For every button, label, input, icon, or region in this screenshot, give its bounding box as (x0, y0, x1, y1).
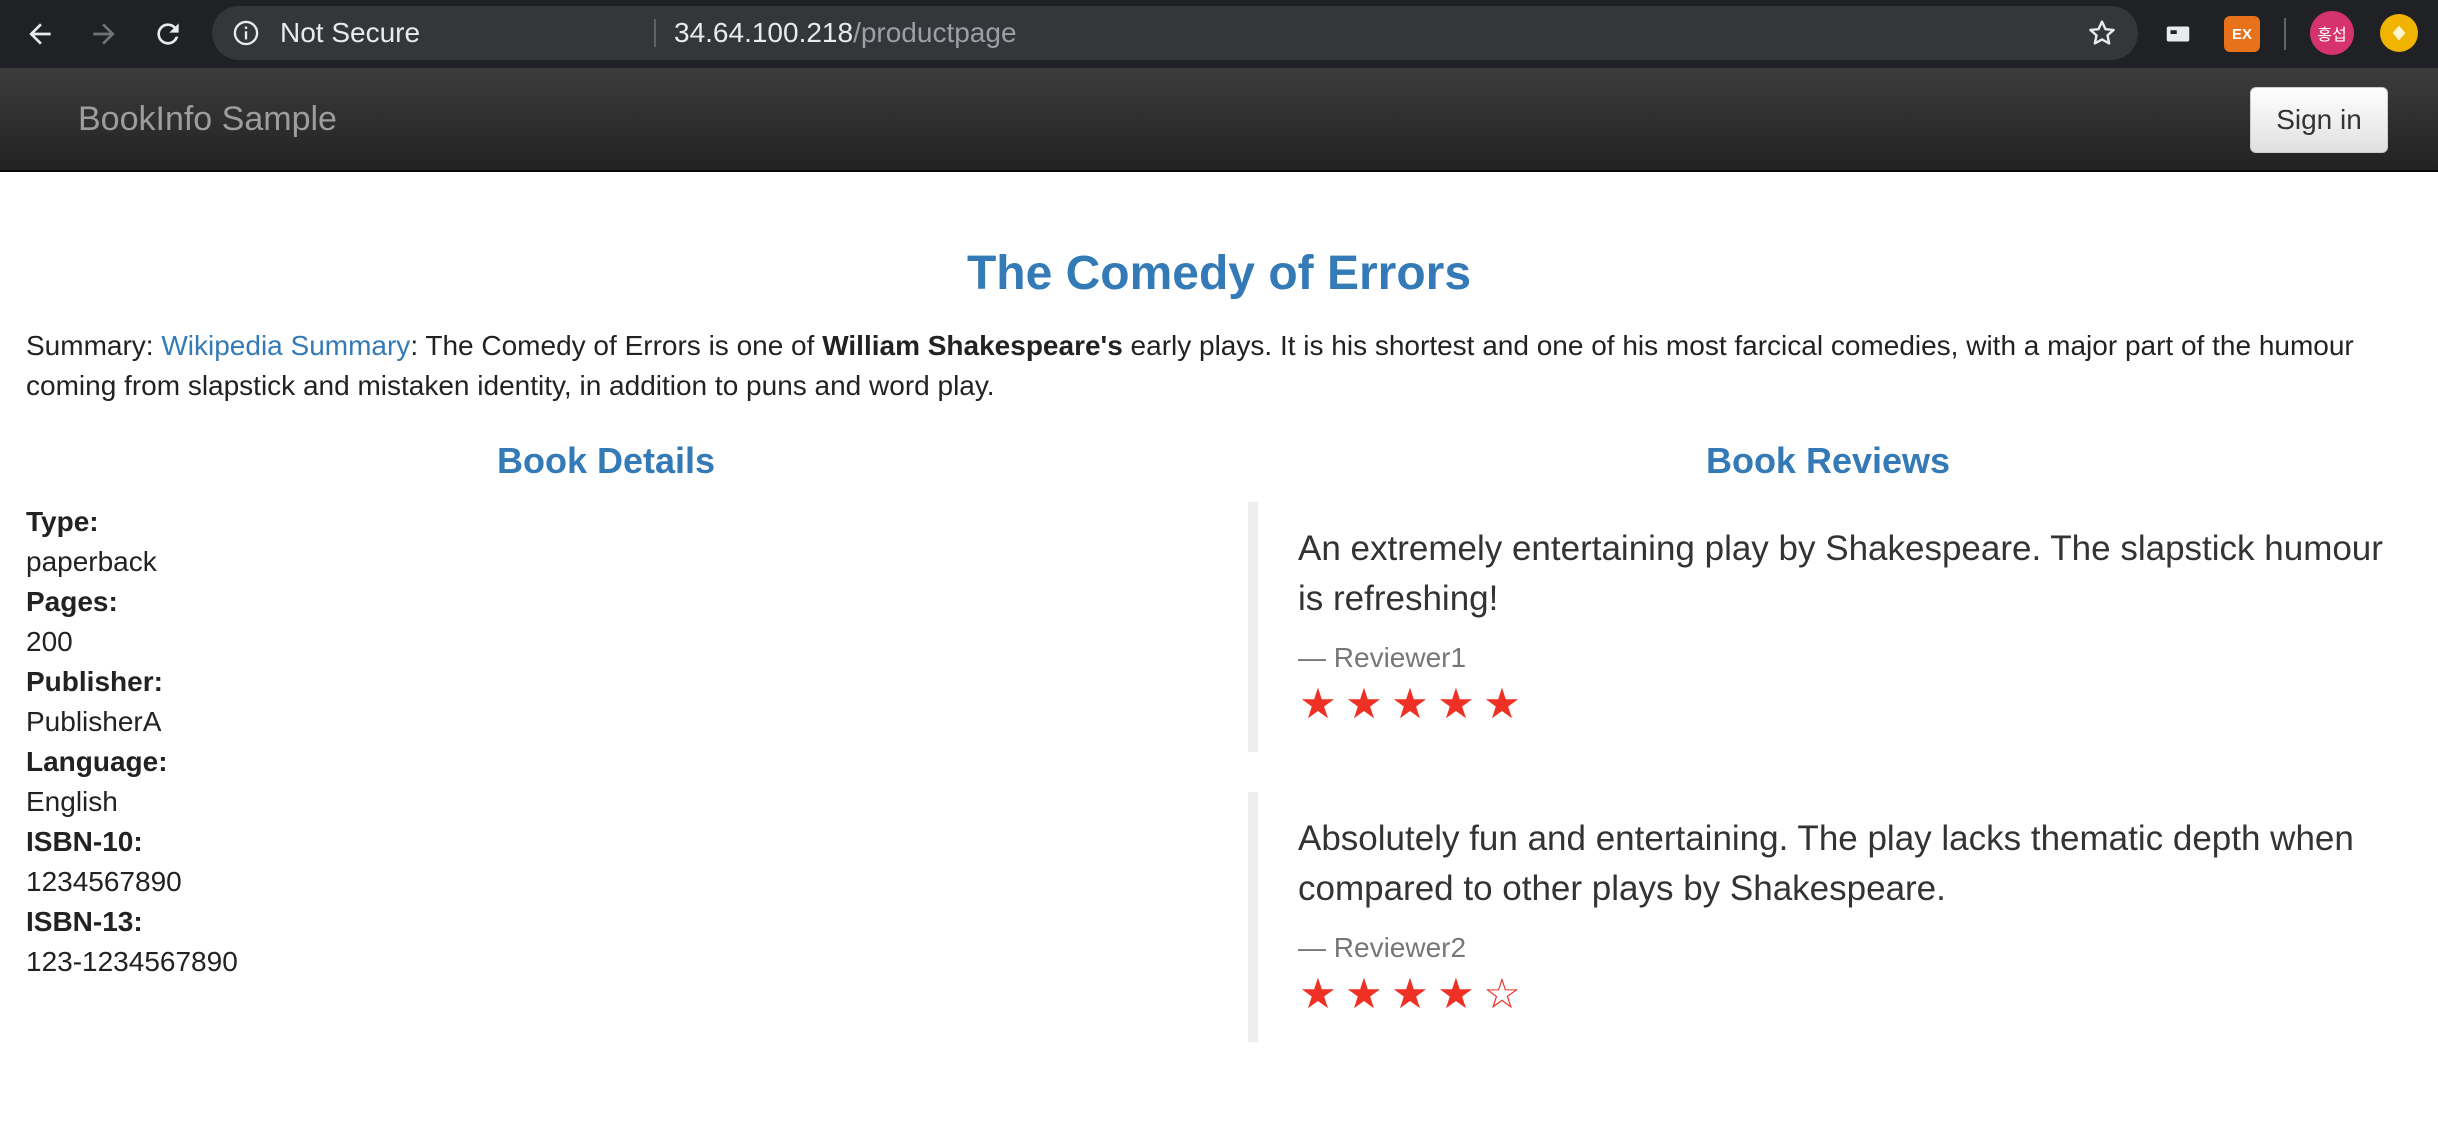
security-label[interactable]: Not Secure (280, 6, 420, 60)
back-arrow-icon (29, 23, 51, 45)
detail-value-language: English (26, 786, 118, 817)
summary-prefix: Summary: (26, 330, 162, 361)
star-filled-icon: ★ (1299, 680, 1337, 727)
url-host: 34.64.100.218 (674, 17, 854, 48)
star-filled-icon: ★ (1391, 970, 1429, 1017)
address-separator (654, 19, 656, 47)
ex-extension-button[interactable]: EX (2224, 16, 2260, 52)
summary-text-1: : The Comedy of Errors is one of (410, 330, 823, 361)
star-filled-icon: ★ (1437, 970, 1475, 1017)
summary-author: William Shakespeare's (822, 330, 1123, 361)
review-text: An extremely entertaining play by Shakes… (1298, 529, 2383, 618)
review-card: Absolutely fun and entertaining. The pla… (1248, 792, 2408, 1042)
product-summary: Summary: Wikipedia Summary: The Comedy o… (26, 326, 2412, 406)
star-filled-icon: ★ (1299, 970, 1337, 1017)
star-filled-icon: ★ (1437, 680, 1475, 727)
back-button[interactable] (18, 12, 62, 56)
reload-button[interactable] (146, 12, 190, 56)
cast-extension-button[interactable] (2160, 16, 2196, 52)
url-path: /productpage (853, 17, 1017, 48)
detail-label-pages: Pages: (26, 586, 118, 617)
reload-icon (157, 23, 179, 45)
detail-value-isbn10: 1234567890 (26, 866, 182, 897)
book-details-heading: Book Details (496, 440, 716, 481)
bookmark-star-icon[interactable] (2086, 17, 2118, 49)
star-filled-icon: ★ (1391, 680, 1429, 727)
address-bar[interactable]: Not Secure 34.64.100.218/productpage (212, 6, 2138, 60)
detail-label-language: Language: (26, 746, 168, 777)
profile-avatar[interactable]: 홍섭 (2310, 11, 2354, 55)
reviewer-name: — Reviewer2 (1298, 932, 1467, 963)
review-text: Absolutely fun and entertaining. The pla… (1298, 819, 2354, 908)
brand-link[interactable]: BookInfo Sample (78, 68, 337, 170)
sign-in-button[interactable]: Sign in (2250, 87, 2388, 153)
toolbar-divider (2284, 18, 2286, 50)
forward-button[interactable] (82, 12, 126, 56)
detail-label-type: Type: (26, 506, 99, 537)
book-reviews-heading: Book Reviews (1705, 440, 1951, 481)
site-navbar: BookInfo Sample Sign in (0, 68, 2438, 172)
star-filled-icon: ★ (1345, 680, 1383, 727)
star-filled-icon: ★ (1345, 970, 1383, 1017)
detail-value-isbn13: 123-1234567890 (26, 946, 238, 977)
detail-value-pages: 200 (26, 626, 73, 657)
review-card: An extremely entertaining play by Shakes… (1248, 502, 2408, 752)
detail-label-isbn13: ISBN-13: (26, 906, 143, 937)
review-rating: ★ ★ ★ ★ ☆ (1298, 970, 2408, 1018)
detail-label-publisher: Publisher: (26, 666, 163, 697)
url-text[interactable]: 34.64.100.218/productpage (674, 6, 1017, 60)
info-icon[interactable] (232, 19, 260, 47)
review-rating: ★ ★ ★ ★ ★ (1298, 680, 2408, 728)
wikipedia-summary-link[interactable]: Wikipedia Summary (161, 330, 410, 361)
reviewer-name: — Reviewer1 (1298, 642, 1467, 673)
detail-label-isbn10: ISBN-10: (26, 826, 143, 857)
detail-value-publisher: PublisherA (26, 706, 162, 737)
forward-arrow-icon (93, 23, 115, 45)
extension-avatar[interactable] (2380, 14, 2418, 52)
product-title: The Comedy of Errors (966, 247, 1472, 300)
book-details-list: Type: paperback Pages: 200 Publisher: Pu… (26, 502, 626, 982)
profile-icon (2392, 25, 2406, 41)
cast-icon (2166, 26, 2190, 42)
star-empty-icon: ☆ (1483, 970, 1521, 1017)
star-filled-icon: ★ (1483, 680, 1521, 727)
browser-toolbar: Not Secure 34.64.100.218/productpage EX … (0, 0, 2438, 68)
detail-value-type: paperback (26, 546, 157, 577)
